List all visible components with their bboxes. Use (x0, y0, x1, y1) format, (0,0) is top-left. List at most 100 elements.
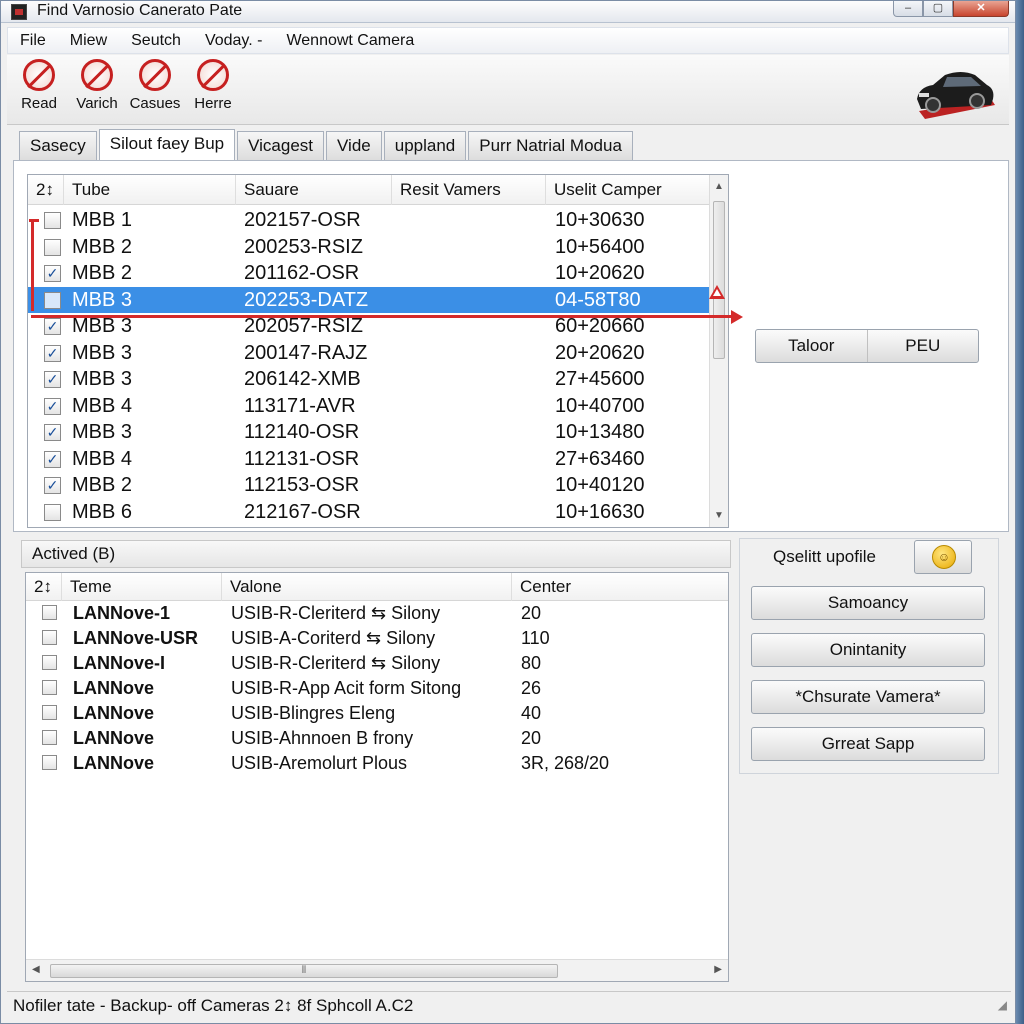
scroll-up-icon[interactable]: ▲ (714, 181, 724, 192)
list-item[interactable]: LANNove USIB-R-App Acit form Sitong 26 (26, 676, 728, 701)
maximize-button[interactable]: ▢ (923, 1, 953, 17)
bottom-list-rows: LANNove-1 USIB-R-Cleriterd ⇆ Silony 20 LANN… (26, 601, 728, 776)
row-checkbox[interactable] (42, 730, 57, 745)
column-header-center[interactable]: Center (512, 573, 728, 601)
table-row[interactable]: ✓ MBB 3 112140-OSR 10+13480 (28, 419, 710, 446)
tab-silout[interactable]: Silout faey Bup (98, 129, 236, 161)
table-row[interactable]: MBB 3 202253-DATZ 04-58T80 (28, 286, 710, 313)
row-checkbox[interactable] (42, 605, 57, 620)
row-checkbox[interactable] (42, 705, 57, 720)
close-button[interactable]: ✕ (953, 1, 1009, 17)
list-item[interactable]: LANNove USIB-Aremolurt Plous 3R, 268/20 (26, 751, 728, 776)
read-button[interactable]: Read (9, 59, 69, 113)
list-item[interactable]: LANNove USIB-Ahnnoen B frony 20 (26, 726, 728, 751)
profile-icon-button[interactable]: ☺ (914, 540, 972, 574)
cell-teme: LANNove-USR (73, 628, 199, 648)
hscroll-thumb[interactable]: ⦀ (50, 964, 558, 978)
cell-valone: USIB-R-Cleriterd ⇆ Silony (231, 603, 441, 623)
row-checkbox[interactable] (42, 655, 57, 670)
row-checkbox[interactable]: ✓ (44, 344, 61, 362)
row-checkbox[interactable]: ✓ (44, 477, 61, 494)
bottom-list-hscrollbar[interactable]: ◀ ⦀ ▶ (26, 959, 728, 981)
table-row[interactable]: ✓ MBB 2 201162-OSR 10+20620 (28, 260, 710, 287)
list-item[interactable]: LANNove-1 USIB-R-Cleriterd ⇆ Silony 20 (26, 601, 728, 626)
row-checkbox[interactable] (42, 680, 57, 695)
chsurate-vamera-button[interactable]: *Chsurate Vamera* (751, 680, 985, 714)
resize-grip-icon[interactable]: ◢ (998, 991, 1007, 1019)
table-row[interactable]: ✓ MBB 3 200147-RAJZ 20+20620 (28, 340, 710, 367)
menu-camera[interactable]: Wennowt Camera (286, 32, 414, 50)
annotation-arrow-icon (731, 310, 743, 324)
table-row[interactable]: ✓ MBB 4 112131-OSR 27+63460 (28, 446, 710, 473)
no-sign-icon (23, 59, 55, 91)
menu-today[interactable]: Voday. - (205, 32, 263, 50)
minimize-button[interactable]: – (893, 1, 923, 17)
profile-title: Qselitt upofile (773, 547, 876, 566)
scroll-right-icon[interactable]: ▶ (714, 964, 722, 975)
sort-column-header[interactable]: 2↕ (28, 175, 64, 205)
top-list-scrollbar[interactable]: ▲ ▼ (709, 175, 728, 527)
scroll-thumb[interactable] (713, 201, 725, 359)
no-sign-icon (197, 59, 229, 91)
column-header-camper[interactable]: Uselit Camper (546, 175, 710, 205)
taloor-peu-split-button[interactable]: Taloor PEU (755, 329, 979, 363)
casues-label: Casues (129, 95, 181, 112)
taloor-button[interactable]: Taloor (756, 330, 867, 362)
peu-button[interactable]: PEU (866, 330, 979, 362)
row-checkbox[interactable]: ✓ (44, 318, 61, 335)
column-header-tube[interactable]: Tube (64, 175, 236, 205)
column-header-resit[interactable]: Resit Vamers (392, 175, 546, 205)
bottom-list[interactable]: 2↕ Teme Valone Center LANNove-1 USIB-R-Cl… (25, 572, 729, 982)
row-checkbox[interactable]: ✓ (44, 371, 61, 388)
window-title: Find Varnosio Canerato Pate (37, 2, 243, 19)
cell-sauare: 113171-AVR (244, 394, 356, 417)
list-item[interactable]: LANNove-USR USIB-A-Coriterd ⇆ Silony 110 (26, 626, 728, 651)
row-checkbox[interactable] (44, 238, 61, 256)
table-row[interactable]: ✓ MBB 2 112153-OSR 10+40120 (28, 472, 710, 499)
table-row[interactable]: MBB 1 202157-OSR 10+30630 (28, 207, 710, 234)
top-list[interactable]: 2↕ Tube Sauare Resit Vamers Uselit Campe… (27, 174, 729, 528)
row-checkbox[interactable] (44, 503, 61, 521)
table-row[interactable]: ✓ MBB 4 113171-AVR 10+40700 (28, 393, 710, 420)
row-checkbox[interactable] (44, 291, 61, 309)
row-checkbox[interactable] (42, 755, 57, 770)
table-row[interactable]: MBB 2 200253-RSIZ 10+56400 (28, 234, 710, 261)
tab-sasecy[interactable]: Sasecy (19, 131, 97, 161)
sort-column-header[interactable]: 2↕ (26, 573, 62, 601)
row-checkbox[interactable]: ✓ (44, 450, 61, 468)
tab-purr[interactable]: Purr Natrial Modua (468, 131, 633, 161)
annotation-line-vertical (31, 219, 34, 311)
casues-button[interactable]: Casues (125, 59, 185, 113)
row-checkbox[interactable]: ✓ (44, 397, 61, 415)
menu-file[interactable]: File (20, 32, 46, 50)
tab-vide[interactable]: Vide (326, 131, 382, 161)
varich-button[interactable]: Varich (67, 59, 127, 113)
column-header-sauare[interactable]: Sauare (236, 175, 392, 205)
row-checkbox[interactable] (44, 212, 61, 229)
cell-teme: LANNove (73, 753, 155, 773)
table-row[interactable]: MBB 6 212167-OSR 10+16630 (28, 499, 710, 526)
cell-tube: MBB 4 (72, 447, 133, 470)
scroll-left-icon[interactable]: ◀ (32, 964, 40, 975)
list-item[interactable]: LANNove-I USIB-R-Cleriterd ⇆ Silony 80 (26, 651, 728, 676)
cell-tube: MBB 6 (72, 500, 133, 523)
onintanity-button[interactable]: Onintanity (751, 633, 985, 667)
row-checkbox[interactable] (42, 630, 57, 645)
app-icon (11, 4, 27, 20)
grreat-sapp-button[interactable]: Grreat Sapp (751, 727, 985, 761)
samoancy-button[interactable]: Samoancy (751, 586, 985, 620)
menu-search[interactable]: Seutch (131, 32, 181, 50)
column-header-valone[interactable]: Valone (222, 573, 512, 601)
tab-vicagest[interactable]: Vicagest (237, 131, 325, 161)
cell-tube: MBB 3 (72, 288, 133, 311)
cell-teme: LANNove (73, 678, 155, 698)
scroll-down-icon[interactable]: ▼ (714, 510, 724, 521)
herre-button[interactable]: Herre (183, 59, 243, 113)
list-item[interactable]: LANNove USIB-Blingres Eleng 40 (26, 701, 728, 726)
column-header-teme[interactable]: Teme (62, 573, 222, 601)
row-checkbox[interactable]: ✓ (44, 265, 61, 282)
row-checkbox[interactable]: ✓ (44, 424, 61, 441)
menu-view[interactable]: Miew (70, 32, 107, 50)
table-row[interactable]: ✓ MBB 3 206142-XMB 27+45600 (28, 366, 710, 393)
tab-uppland[interactable]: uppland (383, 131, 467, 161)
